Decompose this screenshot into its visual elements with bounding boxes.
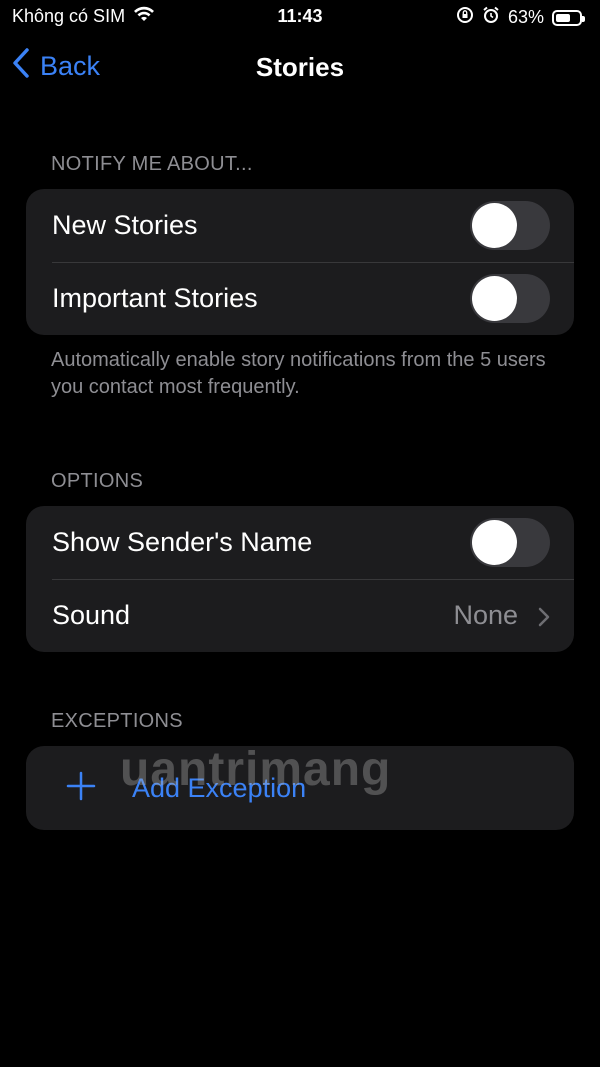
row-new-stories: New Stories — [26, 189, 574, 262]
show-sender-name-toggle[interactable] — [470, 518, 550, 567]
row-show-sender-name: Show Sender's Name — [26, 506, 574, 579]
notify-footer-note: Automatically enable story notifications… — [51, 349, 546, 398]
navigation-bar: Back Stories — [0, 40, 600, 96]
add-exception-button[interactable]: Add Exception — [26, 746, 574, 830]
row-label: Sound — [52, 600, 131, 630]
page-title: Stories — [255, 52, 345, 82]
chevron-right-icon — [538, 607, 550, 632]
sound-value: None — [453, 600, 518, 630]
battery-icon — [552, 9, 585, 26]
row-sound[interactable]: Sound None — [26, 579, 574, 652]
exceptions-group: Add Exception — [26, 746, 574, 830]
battery-percent: 63% — [507, 7, 544, 27]
status-bar: Không có SIM 11:43 63% — [0, 0, 600, 34]
row-label: Important Stories — [52, 283, 258, 313]
row-label: Show Sender's Name — [52, 527, 313, 557]
plus-icon — [66, 771, 96, 806]
status-right: 63% — [456, 6, 585, 29]
section-header-notify: NOTIFY ME ABOUT... — [51, 153, 253, 175]
row-label: New Stories — [52, 210, 198, 240]
important-stories-toggle[interactable] — [470, 274, 550, 323]
toggle-knob — [472, 520, 517, 565]
battery-level — [556, 13, 570, 22]
toggle-knob — [472, 203, 517, 248]
notify-group: New Stories Important Stories — [26, 189, 574, 335]
new-stories-toggle[interactable] — [470, 201, 550, 250]
row-important-stories: Important Stories — [26, 262, 574, 335]
orientation-lock-icon — [456, 6, 474, 29]
toggle-knob — [472, 276, 517, 321]
options-group: Show Sender's Name Sound None — [26, 506, 574, 652]
alarm-icon — [482, 6, 500, 29]
section-header-exceptions: EXCEPTIONS — [51, 710, 183, 732]
section-header-options: OPTIONS — [51, 470, 144, 492]
add-exception-label: Add Exception — [132, 772, 307, 803]
